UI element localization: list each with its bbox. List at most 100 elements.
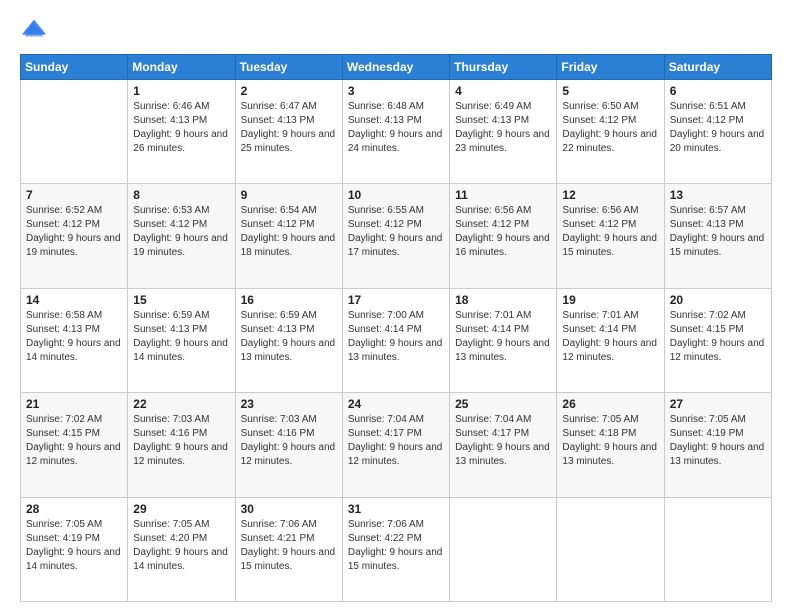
calendar-cell: 4 Sunrise: 6:49 AMSunset: 4:13 PMDaylight… bbox=[450, 80, 557, 184]
calendar-week-row: 7Sunrise: 6:52 AMSunset: 4:12 PMDaylight… bbox=[21, 184, 772, 288]
day-number: 23 bbox=[241, 397, 337, 411]
cell-info: Sunrise: 6:47 AMSunset: 4:13 PMDaylight:… bbox=[241, 100, 337, 156]
day-number: 31 bbox=[348, 502, 444, 516]
calendar-cell: 27 Sunrise: 7:05 AMSunset: 4:19 PMDayligh… bbox=[664, 393, 771, 497]
cell-info: Sunrise: 6:59 AMSunset: 4:13 PMDaylight:… bbox=[241, 309, 337, 365]
day-number: 29 bbox=[133, 502, 229, 516]
cell-info: Sunrise: 7:05 AMSunset: 4:19 PMDaylight:… bbox=[670, 413, 766, 469]
weekday-header-tuesday: Tuesday bbox=[235, 55, 342, 80]
calendar-cell: 7Sunrise: 6:52 AMSunset: 4:12 PMDaylight… bbox=[21, 184, 128, 288]
calendar-cell: 17Sunrise: 7:00 AMSunset: 4:14 PMDayligh… bbox=[342, 288, 449, 392]
calendar-cell: 5 Sunrise: 6:50 AMSunset: 4:12 PMDaylight… bbox=[557, 80, 664, 184]
weekday-header-thursday: Thursday bbox=[450, 55, 557, 80]
day-number: 20 bbox=[670, 293, 766, 307]
calendar-cell: 24 Sunrise: 7:04 AMSunset: 4:17 PMDayligh… bbox=[342, 393, 449, 497]
cell-info: Sunrise: 6:52 AMSunset: 4:12 PMDaylight:… bbox=[26, 204, 122, 260]
calendar-cell: 21 Sunrise: 7:02 AMSunset: 4:15 PMDayligh… bbox=[21, 393, 128, 497]
logo-icon bbox=[20, 16, 48, 44]
day-number: 26 bbox=[562, 397, 658, 411]
calendar-cell bbox=[450, 497, 557, 601]
cell-info: Sunrise: 6:49 AMSunset: 4:13 PMDaylight:… bbox=[455, 100, 551, 156]
day-number: 13 bbox=[670, 188, 766, 202]
cell-info: Sunrise: 7:06 AMSunset: 4:22 PMDaylight:… bbox=[348, 518, 444, 574]
cell-info: Sunrise: 6:53 AMSunset: 4:12 PMDaylight:… bbox=[133, 204, 229, 260]
cell-info: Sunrise: 6:46 AMSunset: 4:13 PMDaylight:… bbox=[133, 100, 229, 156]
day-number: 8 bbox=[133, 188, 229, 202]
day-number: 25 bbox=[455, 397, 551, 411]
day-number: 18 bbox=[455, 293, 551, 307]
cell-info: Sunrise: 7:04 AMSunset: 4:17 PMDaylight:… bbox=[455, 413, 551, 469]
cell-info: Sunrise: 7:01 AMSunset: 4:14 PMDaylight:… bbox=[562, 309, 658, 365]
calendar-cell: 25 Sunrise: 7:04 AMSunset: 4:17 PMDayligh… bbox=[450, 393, 557, 497]
day-number: 10 bbox=[348, 188, 444, 202]
calendar-cell: 23 Sunrise: 7:03 AMSunset: 4:16 PMDayligh… bbox=[235, 393, 342, 497]
calendar-cell: 15 Sunrise: 6:59 AMSunset: 4:13 PMDayligh… bbox=[128, 288, 235, 392]
calendar-cell: 28 Sunrise: 7:05 AMSunset: 4:19 PMDayligh… bbox=[21, 497, 128, 601]
cell-info: Sunrise: 6:58 AMSunset: 4:13 PMDaylight:… bbox=[26, 309, 122, 365]
calendar-week-row: 28 Sunrise: 7:05 AMSunset: 4:19 PMDayligh… bbox=[21, 497, 772, 601]
day-number: 2 bbox=[241, 84, 337, 98]
calendar-cell: 8 Sunrise: 6:53 AMSunset: 4:12 PMDaylight… bbox=[128, 184, 235, 288]
cell-info: Sunrise: 6:51 AMSunset: 4:12 PMDaylight:… bbox=[670, 100, 766, 156]
calendar-week-row: 1 Sunrise: 6:46 AMSunset: 4:13 PMDaylight… bbox=[21, 80, 772, 184]
calendar-week-row: 21 Sunrise: 7:02 AMSunset: 4:15 PMDayligh… bbox=[21, 393, 772, 497]
day-number: 24 bbox=[348, 397, 444, 411]
day-number: 12 bbox=[562, 188, 658, 202]
day-number: 27 bbox=[670, 397, 766, 411]
calendar-cell bbox=[557, 497, 664, 601]
page: SundayMondayTuesdayWednesdayThursdayFrid… bbox=[0, 0, 792, 612]
day-number: 21 bbox=[26, 397, 122, 411]
cell-info: Sunrise: 6:59 AMSunset: 4:13 PMDaylight:… bbox=[133, 309, 229, 365]
calendar-cell: 29 Sunrise: 7:05 AMSunset: 4:20 PMDayligh… bbox=[128, 497, 235, 601]
cell-info: Sunrise: 6:55 AMSunset: 4:12 PMDaylight:… bbox=[348, 204, 444, 260]
day-number: 6 bbox=[670, 84, 766, 98]
day-number: 1 bbox=[133, 84, 229, 98]
cell-info: Sunrise: 6:48 AMSunset: 4:13 PMDaylight:… bbox=[348, 100, 444, 156]
calendar-cell: 18 Sunrise: 7:01 AMSunset: 4:14 PMDayligh… bbox=[450, 288, 557, 392]
cell-info: Sunrise: 6:50 AMSunset: 4:12 PMDaylight:… bbox=[562, 100, 658, 156]
cell-info: Sunrise: 7:03 AMSunset: 4:16 PMDaylight:… bbox=[241, 413, 337, 469]
cell-info: Sunrise: 7:00 AMSunset: 4:14 PMDaylight:… bbox=[348, 309, 444, 365]
calendar-cell: 11Sunrise: 6:56 AMSunset: 4:12 PMDayligh… bbox=[450, 184, 557, 288]
weekday-header-row: SundayMondayTuesdayWednesdayThursdayFrid… bbox=[21, 55, 772, 80]
day-number: 22 bbox=[133, 397, 229, 411]
calendar-cell: 12 Sunrise: 6:56 AMSunset: 4:12 PMDayligh… bbox=[557, 184, 664, 288]
calendar-cell: 9Sunrise: 6:54 AMSunset: 4:12 PMDaylight… bbox=[235, 184, 342, 288]
calendar-cell: 6 Sunrise: 6:51 AMSunset: 4:12 PMDaylight… bbox=[664, 80, 771, 184]
calendar-cell: 31 Sunrise: 7:06 AMSunset: 4:22 PMDayligh… bbox=[342, 497, 449, 601]
cell-info: Sunrise: 7:05 AMSunset: 4:19 PMDaylight:… bbox=[26, 518, 122, 574]
weekday-header-wednesday: Wednesday bbox=[342, 55, 449, 80]
calendar-cell bbox=[664, 497, 771, 601]
cell-info: Sunrise: 7:02 AMSunset: 4:15 PMDaylight:… bbox=[26, 413, 122, 469]
calendar-week-row: 14 Sunrise: 6:58 AMSunset: 4:13 PMDayligh… bbox=[21, 288, 772, 392]
day-number: 4 bbox=[455, 84, 551, 98]
calendar-cell: 13 Sunrise: 6:57 AMSunset: 4:13 PMDayligh… bbox=[664, 184, 771, 288]
calendar-cell: 14 Sunrise: 6:58 AMSunset: 4:13 PMDayligh… bbox=[21, 288, 128, 392]
cell-info: Sunrise: 6:57 AMSunset: 4:13 PMDaylight:… bbox=[670, 204, 766, 260]
calendar-table: SundayMondayTuesdayWednesdayThursdayFrid… bbox=[20, 54, 772, 602]
calendar-cell: 19 Sunrise: 7:01 AMSunset: 4:14 PMDayligh… bbox=[557, 288, 664, 392]
calendar-cell: 26Sunrise: 7:05 AMSunset: 4:18 PMDayligh… bbox=[557, 393, 664, 497]
weekday-header-monday: Monday bbox=[128, 55, 235, 80]
logo bbox=[20, 16, 52, 44]
header bbox=[20, 16, 772, 44]
day-number: 14 bbox=[26, 293, 122, 307]
weekday-header-sunday: Sunday bbox=[21, 55, 128, 80]
day-number: 5 bbox=[562, 84, 658, 98]
day-number: 15 bbox=[133, 293, 229, 307]
day-number: 3 bbox=[348, 84, 444, 98]
cell-info: Sunrise: 7:04 AMSunset: 4:17 PMDaylight:… bbox=[348, 413, 444, 469]
weekday-header-saturday: Saturday bbox=[664, 55, 771, 80]
calendar-cell bbox=[21, 80, 128, 184]
cell-info: Sunrise: 7:02 AMSunset: 4:15 PMDaylight:… bbox=[670, 309, 766, 365]
cell-info: Sunrise: 7:01 AMSunset: 4:14 PMDaylight:… bbox=[455, 309, 551, 365]
day-number: 16 bbox=[241, 293, 337, 307]
calendar-cell: 1 Sunrise: 6:46 AMSunset: 4:13 PMDaylight… bbox=[128, 80, 235, 184]
cell-info: Sunrise: 7:06 AMSunset: 4:21 PMDaylight:… bbox=[241, 518, 337, 574]
day-number: 9 bbox=[241, 188, 337, 202]
cell-info: Sunrise: 6:56 AMSunset: 4:12 PMDaylight:… bbox=[562, 204, 658, 260]
cell-info: Sunrise: 7:05 AMSunset: 4:20 PMDaylight:… bbox=[133, 518, 229, 574]
day-number: 19 bbox=[562, 293, 658, 307]
calendar-cell: 20 Sunrise: 7:02 AMSunset: 4:15 PMDayligh… bbox=[664, 288, 771, 392]
day-number: 28 bbox=[26, 502, 122, 516]
